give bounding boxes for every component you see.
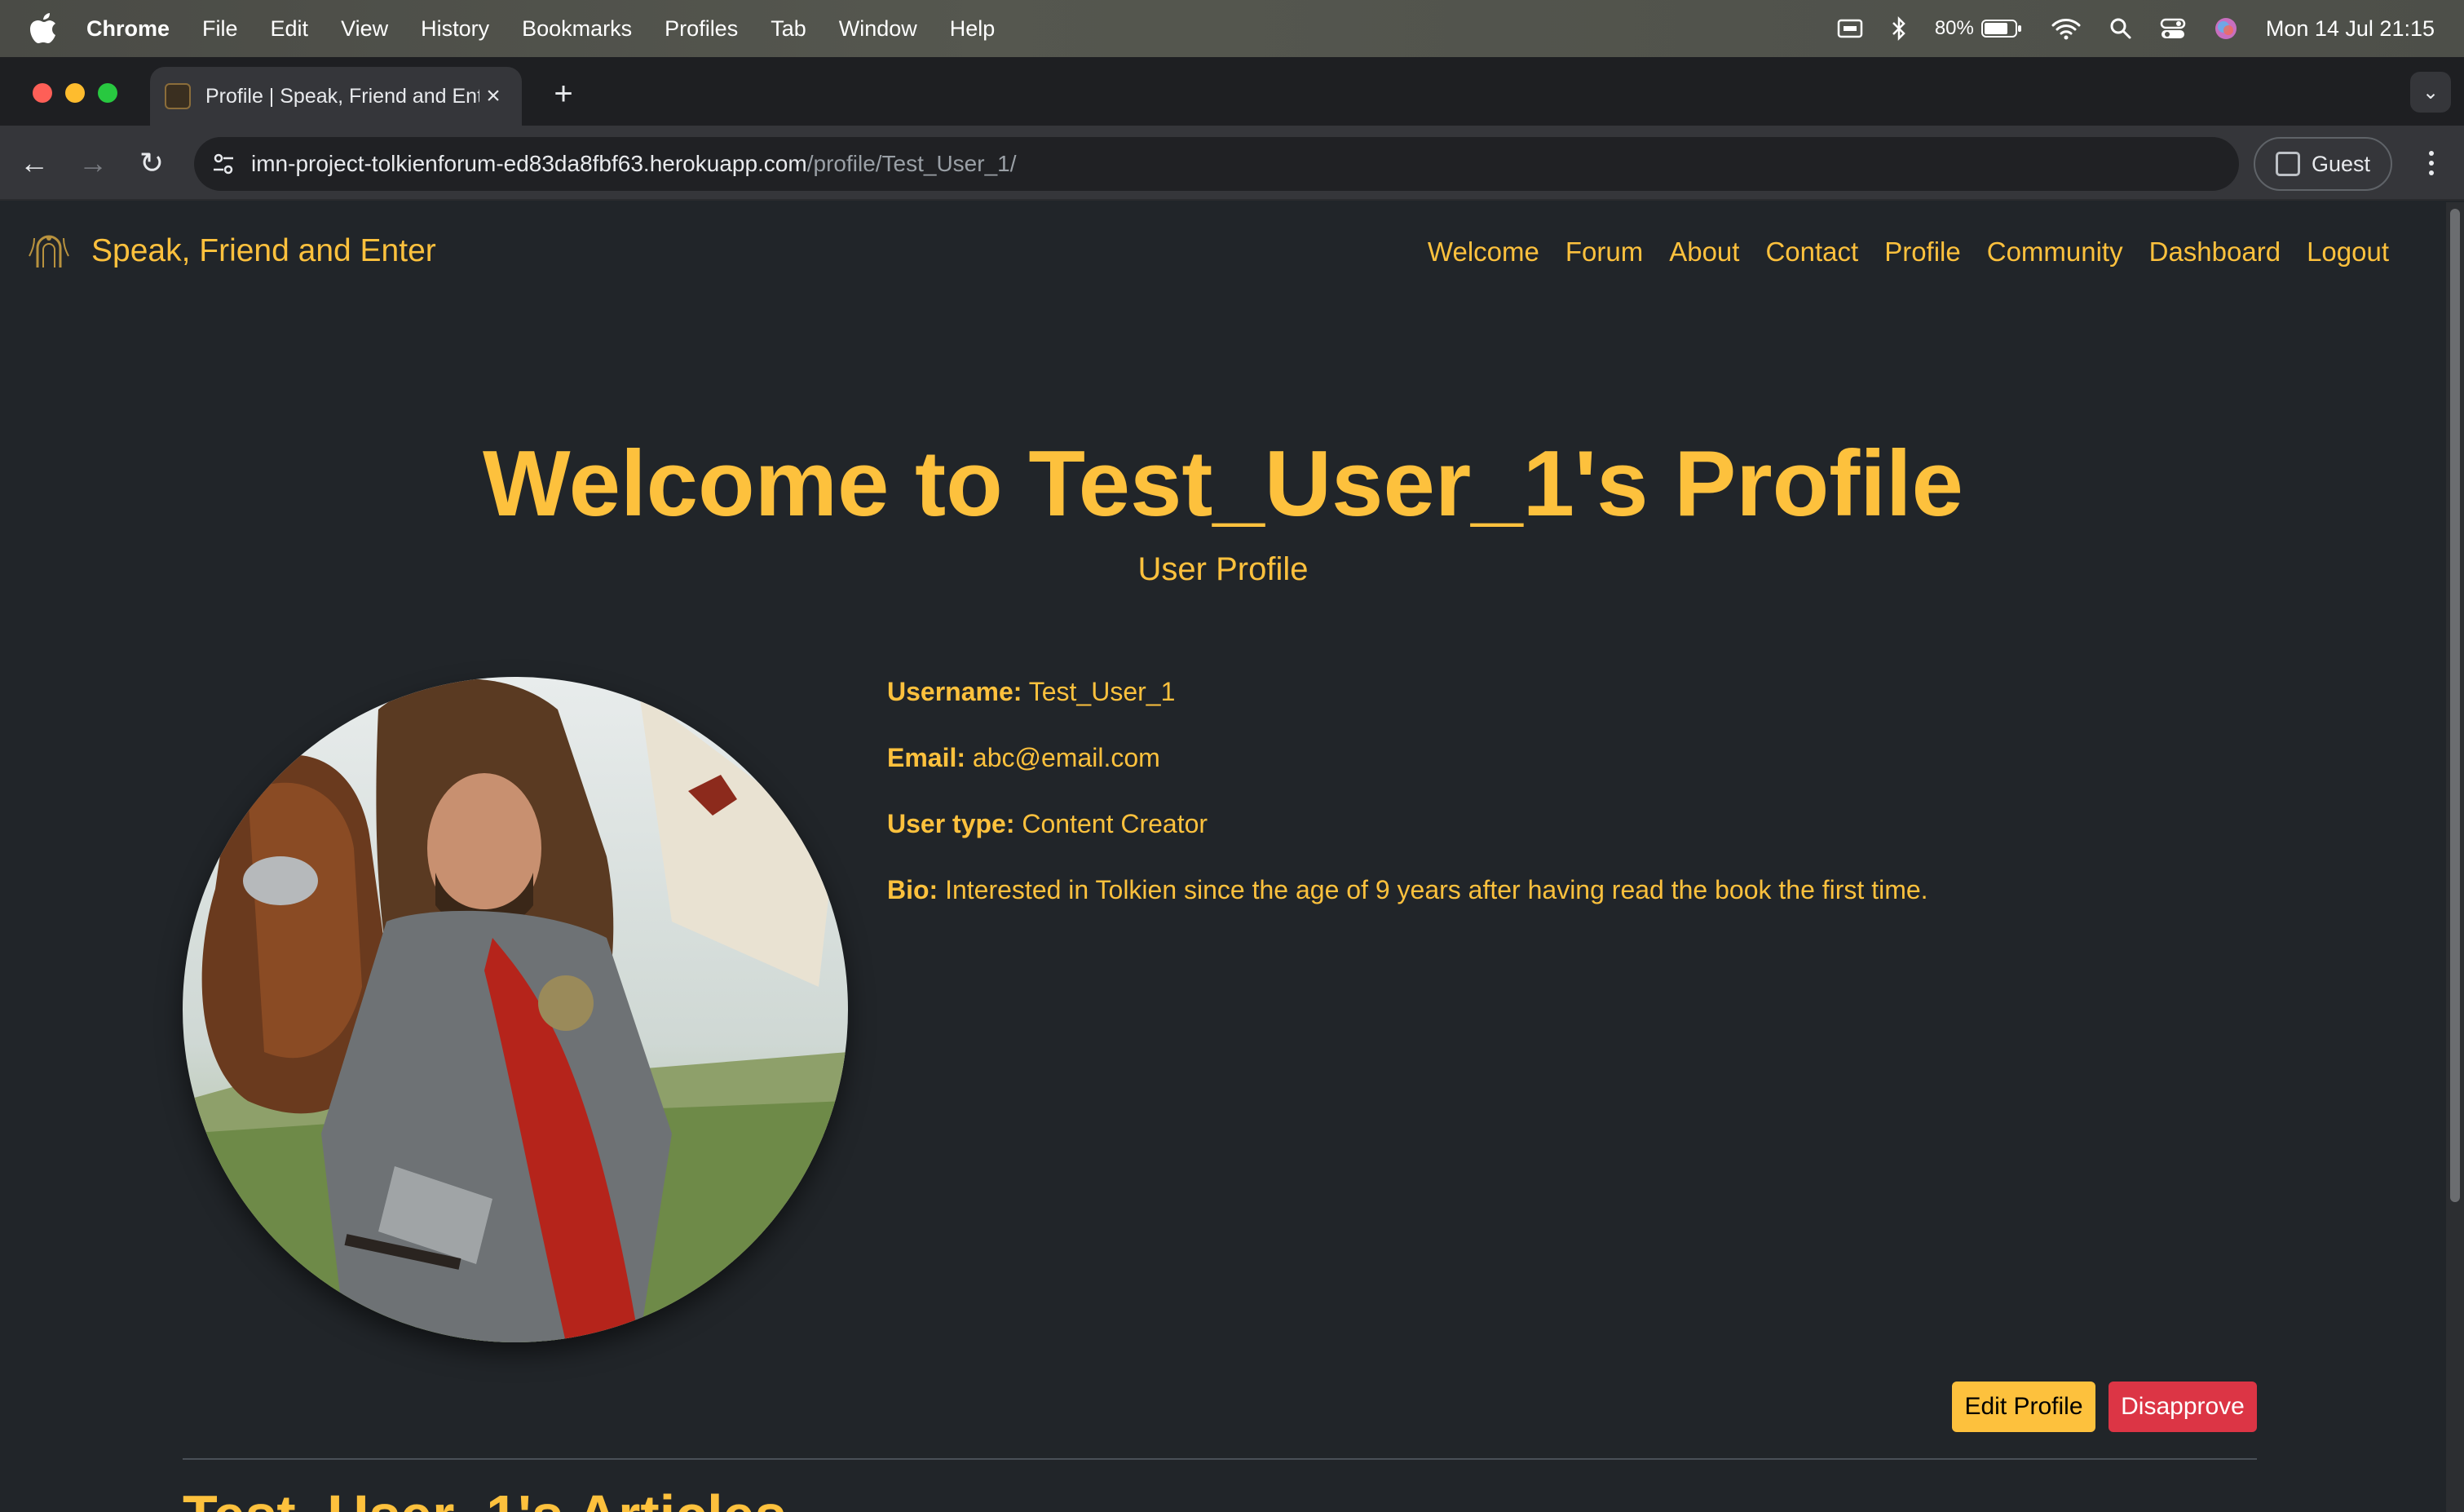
username-row: Username: Test_User_1 (887, 677, 1928, 707)
site-info-tune-icon[interactable] (210, 151, 236, 177)
menu-tab[interactable]: Tab (771, 16, 806, 42)
window-minimize-button[interactable] (65, 83, 85, 103)
back-arrow-icon[interactable]: ← (15, 144, 54, 183)
new-tab-plus-icon[interactable]: + (545, 75, 582, 113)
reload-icon[interactable]: ↻ (132, 144, 171, 183)
guest-label: Guest (2311, 151, 2371, 176)
menu-view[interactable]: View (341, 16, 388, 42)
nav-link-forum[interactable]: Forum (1565, 237, 1643, 267)
email-value: abc@email.com (972, 743, 1160, 772)
macos-menu-bar: Chrome File Edit View History Bookmarks … (0, 0, 2464, 57)
nav-link-contact[interactable]: Contact (1765, 237, 1858, 267)
tab-search-chevron-icon[interactable]: ⌄ (2410, 72, 2451, 113)
guest-profile-button[interactable]: Guest (2254, 137, 2392, 191)
menu-bookmarks[interactable]: Bookmarks (522, 16, 632, 42)
disapprove-button[interactable]: Disapprove (2109, 1382, 2257, 1432)
nav-link-logout[interactable]: Logout (2307, 237, 2389, 267)
apple-logo-icon[interactable] (29, 13, 57, 44)
wifi-icon[interactable] (2051, 17, 2082, 40)
profile-details: Username: Test_User_1 Email: abc@email.c… (887, 677, 1928, 941)
browser-tab-strip: Profile | Speak, Friend and Enter × + ⌄ (0, 57, 2464, 126)
bio-value: Interested in Tolkien since the age of 9… (945, 875, 1928, 904)
tab-title: Profile | Speak, Friend and Enter (205, 84, 479, 108)
battery-percentage: 80% (1934, 17, 1974, 39)
usertype-value: Content Creator (1022, 809, 1208, 838)
nav-link-welcome[interactable]: Welcome (1428, 237, 1539, 267)
edit-profile-button[interactable]: Edit Profile (1952, 1382, 2095, 1432)
menu-history[interactable]: History (421, 16, 489, 42)
articles-heading: Test_User_1's Articles (183, 1483, 786, 1512)
profile-avatar-image (183, 677, 848, 1342)
usertype-label: User type: (887, 809, 1015, 838)
nav-link-profile[interactable]: Profile (1884, 237, 1961, 267)
bio-label: Bio: (887, 875, 938, 904)
site-brand-name: Speak, Friend and Enter (91, 233, 436, 268)
site-logo-icon (29, 235, 69, 267)
menu-chrome[interactable]: Chrome (86, 16, 170, 42)
email-row: Email: abc@email.com (887, 743, 1928, 773)
control-center-icon[interactable] (2160, 17, 2186, 40)
nav-link-community[interactable]: Community (1987, 237, 2123, 267)
scrollbar-thumb[interactable] (2450, 209, 2460, 1202)
browser-toolbar: ← → ↻ imn-project-tolkienforum-ed83da8fb… (0, 126, 2464, 201)
site-brand[interactable]: Speak, Friend and Enter (26, 232, 436, 271)
usertype-row: User type: Content Creator (887, 809, 1928, 839)
nav-link-dashboard[interactable]: Dashboard (2149, 237, 2281, 267)
address-bar[interactable]: imn-project-tolkienforum-ed83da8fbf63.he… (194, 137, 2239, 191)
siri-icon[interactable] (2214, 16, 2238, 41)
bluetooth-icon[interactable] (1891, 15, 1907, 42)
username-value: Test_User_1 (1028, 677, 1176, 706)
forward-arrow-icon[interactable]: → (73, 144, 113, 183)
menu-file[interactable]: File (202, 16, 238, 42)
profile-person-icon (2275, 152, 2300, 176)
bio-row: Bio: Interested in Tolkien since the age… (887, 875, 1928, 905)
section-divider (183, 1458, 2257, 1460)
menu-window[interactable]: Window (839, 16, 917, 42)
page-title: Welcome to Test_User_1's Profile (483, 432, 1963, 536)
username-label: Username: (887, 677, 1022, 706)
main-nav: Welcome Forum About Contact Profile Comm… (1428, 237, 2389, 267)
spotlight-search-icon[interactable] (2109, 17, 2132, 40)
url-host: imn-project-tolkienforum-ed83da8fbf63.he… (251, 151, 807, 176)
window-maximize-button[interactable] (98, 83, 117, 103)
nav-link-about[interactable]: About (1669, 237, 1739, 267)
menu-help[interactable]: Help (950, 16, 996, 42)
keyboard-input-icon[interactable] (1837, 18, 1863, 39)
menubar-clock[interactable]: Mon 14 Jul 21:15 (2266, 16, 2435, 42)
site-favicon-icon (165, 83, 191, 109)
menu-edit[interactable]: Edit (271, 16, 309, 42)
email-label: Email: (887, 743, 966, 772)
tab-close-icon[interactable]: × (479, 82, 507, 110)
window-close-button[interactable] (33, 83, 52, 103)
page-subtitle: User Profile (1137, 551, 1309, 587)
chrome-menu-kebab-icon[interactable] (2423, 144, 2440, 183)
web-page: Speak, Friend and Enter Welcome Forum Ab… (0, 202, 2446, 1512)
url-path: /profile/Test_User_1/ (806, 151, 1017, 176)
battery-icon[interactable] (1980, 18, 2023, 39)
page-scrollbar[interactable] (2446, 202, 2464, 1512)
browser-tab-active[interactable]: Profile | Speak, Friend and Enter × (150, 67, 522, 126)
menu-profiles[interactable]: Profiles (665, 16, 738, 42)
